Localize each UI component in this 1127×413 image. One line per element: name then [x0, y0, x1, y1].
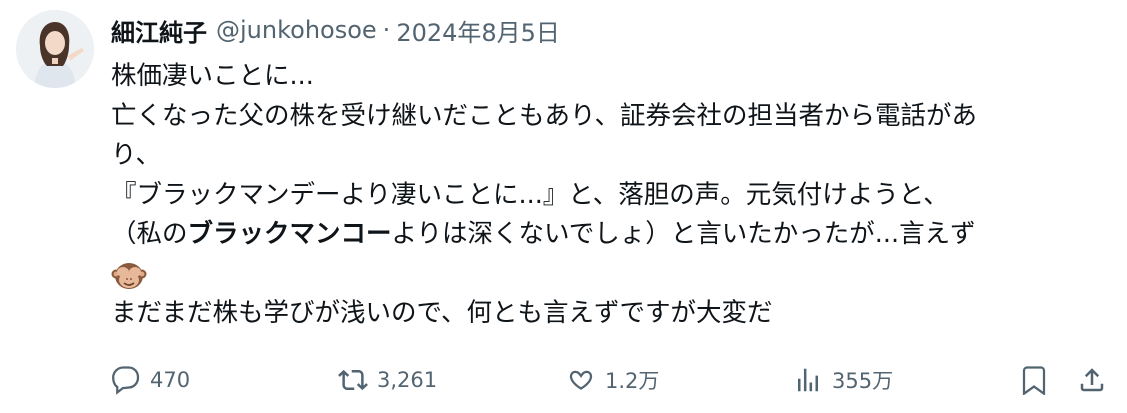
tweet-header: 細江純子 @junkohosoe · 2024年8月5日: [111, 13, 560, 47]
tweet-date[interactable]: 2024年8月5日: [396, 13, 560, 48]
bookmark-button[interactable]: [1019, 360, 1058, 400]
emoji-line: [111, 255, 1111, 295]
views-icon: [798, 368, 818, 392]
tweet-actions: 470 3,261 1.2万 355万: [111, 360, 1111, 400]
retweet-button[interactable]: 3,261: [338, 360, 437, 400]
tweet-text: よりは深くないでしょ）と言いたかったが...言えず: [391, 219, 976, 249]
avatar[interactable]: [16, 10, 94, 88]
tweet-line: り、: [111, 140, 161, 170]
like-icon: [569, 370, 593, 390]
retweet-icon: [338, 369, 368, 391]
view-count: 355万: [832, 369, 894, 393]
tweet-line: 株価凄いことに...: [111, 61, 314, 91]
share-button[interactable]: [1077, 360, 1116, 400]
tweet-text: （私の: [111, 219, 188, 249]
reply-count: 470: [150, 368, 191, 392]
tweet[interactable]: 細江純子 @junkohosoe · 2024年8月5日 株価凄いことに... …: [0, 0, 1127, 413]
author-display-name[interactable]: 細江純子: [111, 13, 207, 48]
tweet-body: 株価凄いことに... 亡くなった父の株を受け継いだこともあり、証券会社の担当者か…: [111, 57, 1111, 334]
reply-icon: [112, 366, 140, 395]
see-no-evil-monkey-icon: [111, 262, 147, 289]
views-button[interactable]: 355万: [793, 360, 893, 400]
reply-button[interactable]: 470: [111, 360, 190, 400]
share-icon: [1080, 368, 1104, 392]
bookmark-icon: [1022, 366, 1046, 395]
author-handle[interactable]: @junkohosoe: [216, 16, 377, 44]
retweet-count: 3,261: [377, 368, 438, 392]
tweet-bold-text: ブラックマンコー: [187, 219, 392, 249]
avatar-image: [16, 10, 94, 88]
tweet-line: 『ブラックマンデーより凄いことに...』と、落胆の声。元気付けようと、: [111, 179, 949, 210]
like-count: 1.2万: [605, 369, 660, 393]
tweet-line: 亡くなった父の株を受け継いだこともあり、証券会社の担当者から電話があ: [111, 100, 977, 131]
like-button[interactable]: 1.2万: [566, 360, 659, 400]
tweet-line: （私のブラックマンコーよりは深くないでしょ）と言いたかったが...言えず: [111, 215, 1111, 255]
tweet-line: まだまだ株も学びが浅いので、何とも言えずですが大変だ: [111, 298, 773, 328]
separator-dot: ·: [382, 16, 391, 44]
